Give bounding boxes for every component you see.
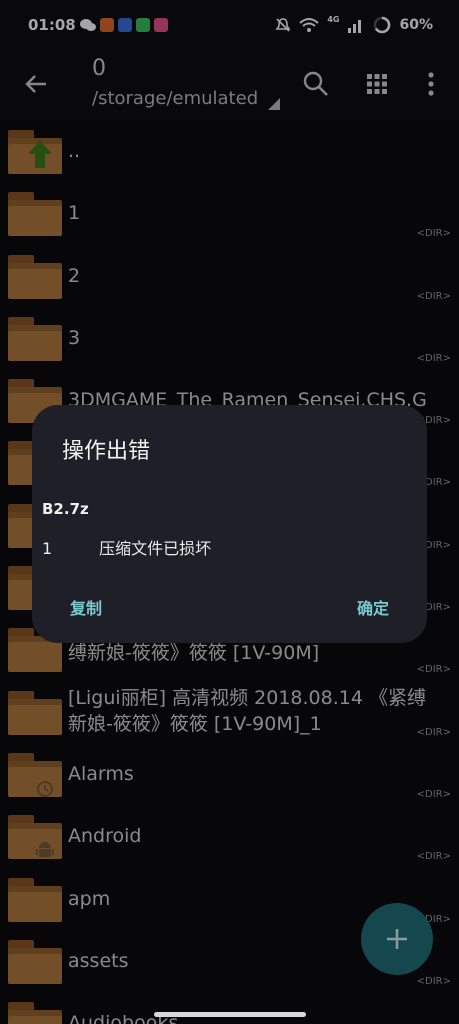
error-line: 1 压缩文件已损坏: [42, 535, 211, 559]
error-line-number: 1: [42, 539, 53, 558]
error-dialog: 操作出错 B2.7z 1 压缩文件已损坏 复制 确定: [32, 405, 427, 643]
dialog-title: 操作出错: [62, 439, 151, 464]
ok-button[interactable]: 确定: [357, 595, 389, 619]
error-message: 压缩文件已损坏: [99, 539, 212, 558]
gesture-nav-handle[interactable]: [154, 1012, 306, 1017]
copy-button[interactable]: 复制: [70, 595, 102, 619]
error-file-name: B2.7z: [42, 500, 89, 518]
screen: 01:08 4G 60% 0 /storage/emulated .. 1 <D…: [0, 0, 459, 1024]
